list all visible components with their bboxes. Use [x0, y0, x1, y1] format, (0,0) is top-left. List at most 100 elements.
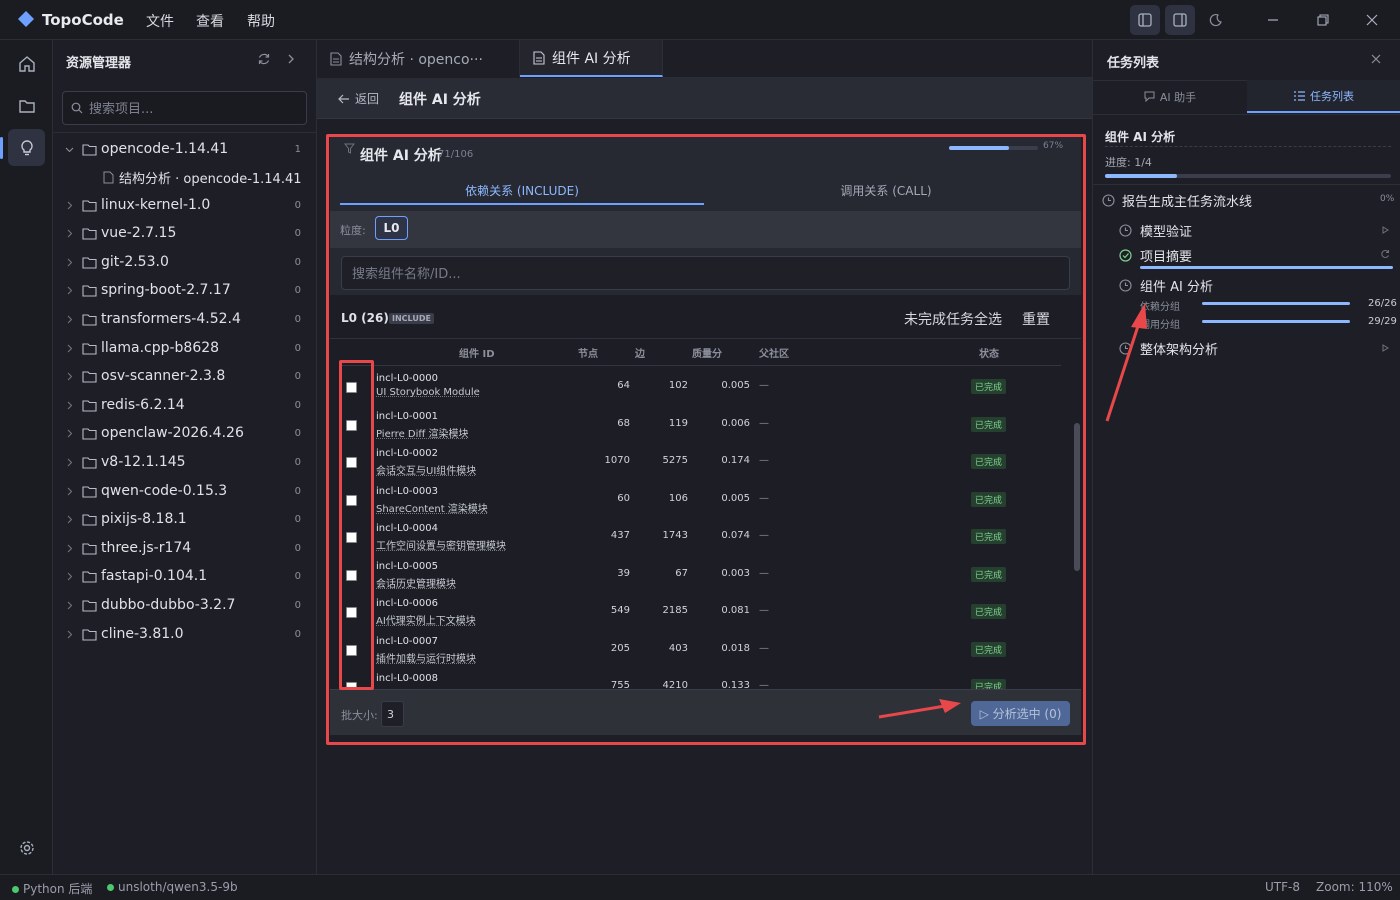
- tree-item-label: dubbo-dubbo-3.2.7: [101, 597, 236, 613]
- tree-item-count: 0: [294, 371, 301, 383]
- tree-item-label: osv-scanner-2.3.8: [101, 368, 226, 385]
- maximize-button[interactable]: [1308, 5, 1338, 35]
- task-section-title: 组件 AI 分析: [1105, 130, 1176, 144]
- tree-item-project[interactable]: dubbo-dubbo-3.2.7 0: [53, 594, 316, 620]
- tab-label: AI 助手: [1159, 90, 1197, 104]
- tab-task-list[interactable]: 任务列表: [1247, 80, 1400, 113]
- explorer-panel: 资源管理器 opencode-1.14.41 1 结构分析 · opencode-1…: [53, 40, 317, 874]
- folder-icon: [82, 457, 97, 469]
- close-window-button[interactable]: [1357, 5, 1387, 35]
- tab-label: 结构分析 · openco···: [349, 51, 483, 68]
- divider: [1093, 184, 1400, 185]
- ai-insights-button[interactable]: [8, 129, 45, 166]
- chevron-right-icon: [67, 344, 73, 352]
- status-dot: [107, 884, 114, 891]
- play-icon[interactable]: [1382, 226, 1389, 234]
- title-bar: TopoCode 文件 查看 帮助: [0, 0, 1400, 40]
- tree-item-project[interactable]: cline-3.81.0 0: [53, 623, 316, 649]
- tree-item-count: 0: [294, 228, 301, 240]
- tree-item-project[interactable]: linux-kernel-1.0 0: [53, 194, 316, 220]
- tree-item-count: 0: [294, 285, 301, 297]
- folder-icon: [82, 371, 97, 383]
- close-icon: [1371, 54, 1381, 64]
- clock-icon: [1119, 224, 1132, 237]
- tree-item-label: llama.cpp-b8628: [101, 339, 220, 356]
- task-component-ai-analysis[interactable]: 组件 AI 分析: [1140, 276, 1213, 295]
- tree-item-label: cline-3.81.0: [101, 625, 184, 642]
- toggle-right-panel-button[interactable]: [1165, 5, 1195, 35]
- tree-item-project[interactable]: git-2.53.0 0: [53, 251, 316, 277]
- settings-button[interactable]: [8, 829, 45, 866]
- tree-item-project[interactable]: three.js-r174 0: [53, 537, 316, 563]
- document-icon: [330, 51, 342, 66]
- backend-label: Python 后端: [23, 882, 93, 896]
- tree-item-project[interactable]: pixijs-8.18.1 0: [53, 508, 316, 534]
- home-icon: [18, 55, 35, 72]
- chevron-right-icon: [67, 201, 73, 209]
- tree-item-project[interactable]: opencode-1.14.41 1: [53, 138, 316, 164]
- panel-left-icon: [1138, 13, 1152, 27]
- chevron-right-icon: [67, 515, 73, 524]
- play-icon[interactable]: [1382, 344, 1389, 352]
- tree-item-project[interactable]: osv-scanner-2.3.8 0: [53, 365, 316, 391]
- chevron-right-icon: [67, 630, 73, 638]
- tree-item-count: 1: [294, 144, 301, 155]
- back-button[interactable]: 返回: [338, 90, 379, 107]
- close-task-panel-button[interactable]: [1371, 54, 1381, 64]
- encoding-status[interactable]: UTF-8: [1265, 880, 1300, 894]
- tree-item-count: 0: [294, 199, 301, 211]
- activity-bar: [0, 40, 53, 874]
- theme-toggle-button[interactable]: [1201, 5, 1231, 35]
- zoom-status[interactable]: Zoom: 110%: [1316, 880, 1393, 894]
- folder-icon: [82, 486, 97, 498]
- tree-item-count: 0: [294, 514, 301, 526]
- chevron-right-icon: [67, 401, 73, 410]
- folder-icon: [82, 571, 97, 583]
- folder-icon: [82, 285, 97, 297]
- task-progress-text: 进度: 1/4: [1105, 156, 1152, 169]
- tree-item-project[interactable]: fastapi-0.104.1 0: [53, 565, 316, 591]
- tree-item-project[interactable]: spring-boot-2.7.17 0: [53, 279, 316, 305]
- toggle-left-panel-button[interactable]: [1130, 5, 1160, 35]
- home-button[interactable]: [8, 45, 45, 82]
- tree-item-count: 0: [294, 342, 301, 354]
- folder-icon: [18, 99, 35, 113]
- annotation-arrow-icon: [878, 699, 961, 719]
- status-bar: Python 后端 unsloth/qwen3.5-9b UTF-8 Zoom:…: [0, 874, 1400, 900]
- chevron-down-icon: [65, 147, 74, 153]
- tree-item-count: 0: [294, 457, 301, 468]
- tab-structure-analysis[interactable]: 结构分析 · openco···: [317, 40, 520, 77]
- model-status[interactable]: unsloth/qwen3.5-9b: [107, 880, 238, 894]
- tree-item-label: opencode-1.14.41: [101, 141, 229, 157]
- refresh-button[interactable]: [257, 52, 271, 66]
- tree-item-project[interactable]: llama.cpp-b8628 0: [53, 337, 316, 363]
- backend-status[interactable]: Python 后端: [12, 880, 92, 897]
- folder-icon: [82, 514, 97, 526]
- tree-item-project[interactable]: transformers-4.52.4 0: [53, 308, 316, 334]
- tree-item-project[interactable]: openclaw-2026.4.26 0: [53, 422, 316, 448]
- minimize-button[interactable]: [1258, 5, 1288, 35]
- tree-item-project[interactable]: qwen-code-0.15.3 0: [53, 480, 316, 506]
- task-model-validation[interactable]: 模型验证: [1140, 221, 1192, 240]
- explorer-search-input[interactable]: [89, 99, 299, 119]
- menu-file[interactable]: 文件: [146, 11, 174, 31]
- tree-item-project[interactable]: vue-2.7.15 0: [53, 222, 316, 248]
- tab-ai-assistant[interactable]: AI 助手: [1093, 80, 1247, 113]
- tab-component-ai-analysis[interactable]: 组件 AI 分析: [520, 40, 663, 77]
- tree-item-analysis[interactable]: 结构分析 · opencode-1.14.41: [53, 165, 316, 191]
- rerun-icon[interactable]: [1380, 249, 1390, 259]
- chevron-right-icon: [67, 372, 73, 381]
- menu-view[interactable]: 查看: [196, 11, 224, 31]
- tree-item-project[interactable]: v8-12.1.145 0: [53, 451, 316, 477]
- folder-icon: [82, 257, 97, 269]
- collapse-explorer-button[interactable]: [286, 53, 296, 65]
- tree-item-project[interactable]: redis-6.2.14 0: [53, 394, 316, 420]
- explorer-button[interactable]: [8, 87, 45, 124]
- chevron-right-icon: [67, 315, 73, 324]
- task-project-summary[interactable]: 项目摘要: [1140, 246, 1192, 265]
- folder-icon: [82, 400, 97, 412]
- tree-item-label: redis-6.2.14: [101, 396, 185, 413]
- explorer-search-box[interactable]: [62, 91, 307, 125]
- minimize-icon: [1268, 19, 1278, 21]
- menu-help[interactable]: 帮助: [247, 11, 275, 31]
